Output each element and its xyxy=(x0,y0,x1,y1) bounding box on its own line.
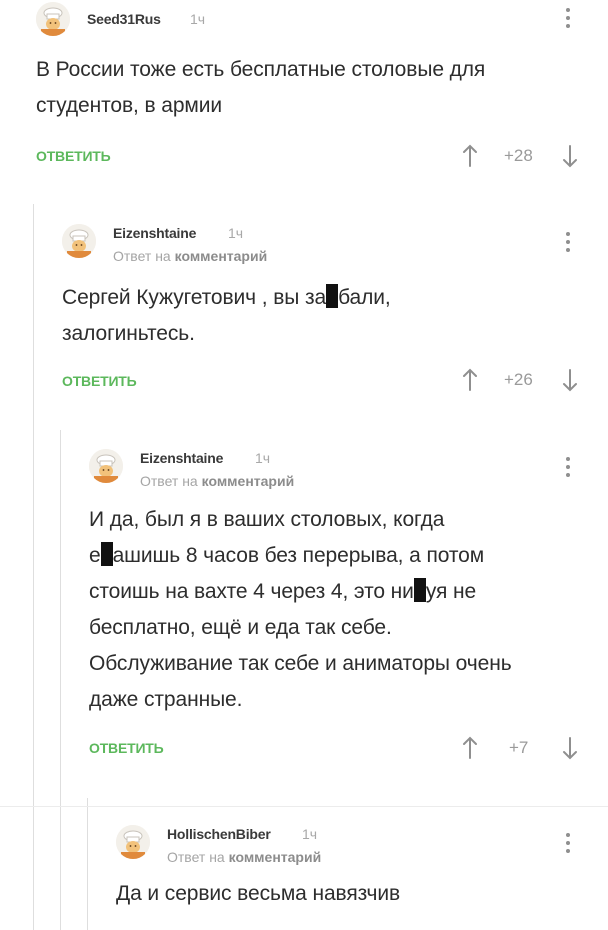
reply-to: Ответ на комментарий xyxy=(167,849,321,865)
comment-eizenshtaine-1: Eizenshtaine 1ч Ответ на комментарий Сер… xyxy=(0,210,608,410)
separator xyxy=(0,806,608,807)
arrow-down-icon[interactable] xyxy=(562,736,578,760)
text-line: Сергей Кужугетович , вы за бали, xyxy=(62,280,582,316)
avatar-cook-icon xyxy=(36,2,70,36)
text-line: Да и сервис весьма навязчив xyxy=(116,882,400,905)
censor-block xyxy=(326,284,339,308)
comment-eizenshtaine-2: Eizenshtaine 1ч Ответ на комментарий И д… xyxy=(0,436,608,776)
reply-to-link[interactable]: комментарий xyxy=(229,849,322,865)
reply-to-prefix: Ответ на xyxy=(113,248,171,264)
reply-to-prefix: Ответ на xyxy=(140,473,198,489)
arrow-up-icon[interactable] xyxy=(462,144,478,168)
rating-count: +28 xyxy=(504,146,533,165)
avatar-cook-icon xyxy=(89,449,123,483)
avatar-cook-icon xyxy=(116,825,150,859)
comment-text: Да и сервис весьма навязчив xyxy=(116,876,586,912)
more-vertical-icon[interactable] xyxy=(565,8,571,32)
reply-to-prefix: Ответ на xyxy=(167,849,225,865)
comment-text: И да, был я в ваших столовых, когда е аши… xyxy=(89,502,589,718)
text-line: е ашишь 8 часов без перерыва, а потом xyxy=(89,538,589,574)
more-vertical-icon[interactable] xyxy=(565,457,571,481)
text-fragment: бали, xyxy=(338,286,391,309)
text-fragment: Сергей Кужугетович , вы за xyxy=(62,286,327,309)
text-line: Обслуживание так себе и аниматоры очень xyxy=(89,652,512,675)
text-line: И да, был я в ваших столовых, когда xyxy=(89,508,445,531)
censor-block xyxy=(100,542,113,566)
comment-time: 1ч xyxy=(255,450,271,466)
comment-seed31rus: Seed31Rus 1ч В России тоже есть бесплатн… xyxy=(0,0,608,190)
comment-text: Сергей Кужугетович , вы за бали, залогинь… xyxy=(62,280,582,352)
avatar[interactable] xyxy=(62,224,96,258)
text-fragment: е xyxy=(89,544,101,567)
comment-time: 1ч xyxy=(228,225,244,241)
comment-time: 1ч xyxy=(190,11,206,27)
comment-author[interactable]: Seed31Rus xyxy=(87,11,161,27)
comment-author[interactable]: Eizenshtaine xyxy=(113,225,196,241)
arrow-up-icon[interactable] xyxy=(462,736,478,760)
text-fragment: стоишь на вахте 4 через 4, это ни xyxy=(89,580,414,603)
comment-author[interactable]: HollischenBiber xyxy=(167,826,271,842)
arrow-up-icon[interactable] xyxy=(462,368,478,392)
more-vertical-icon[interactable] xyxy=(565,833,571,857)
reply-button[interactable]: ОТВЕТИТЬ xyxy=(36,148,111,164)
text-fragment: ашишь 8 часов без перерыва, а потом xyxy=(112,544,485,567)
text-line: залогиньтесь. xyxy=(62,322,195,345)
comment-text: В России тоже есть бесплатные столовые д… xyxy=(36,52,576,124)
comment-time: 1ч xyxy=(302,826,318,842)
more-vertical-icon[interactable] xyxy=(565,232,571,256)
reply-to: Ответ на комментарий xyxy=(140,473,294,489)
reply-button[interactable]: ОТВЕТИТЬ xyxy=(62,373,137,389)
avatar[interactable] xyxy=(89,449,123,483)
reply-to-link[interactable]: комментарий xyxy=(175,248,268,264)
reply-to-link[interactable]: комментарий xyxy=(202,473,295,489)
rating-count: +7 xyxy=(509,738,529,757)
reply-button[interactable]: ОТВЕТИТЬ xyxy=(89,740,164,756)
text-fragment: уя не xyxy=(425,580,477,603)
avatar-cook-icon xyxy=(62,224,96,258)
text-line: В России тоже есть бесплатные столовые д… xyxy=(36,58,486,81)
text-line: студентов, в армии xyxy=(36,94,223,117)
comment-hollischenbiber: HollischenBiber 1ч Ответ на комментарий … xyxy=(0,812,608,930)
censor-block xyxy=(413,578,426,602)
text-line: стоишь на вахте 4 через 4, это ни уя не xyxy=(89,574,589,610)
arrow-down-icon[interactable] xyxy=(562,144,578,168)
avatar[interactable] xyxy=(116,825,150,859)
rating-count: +26 xyxy=(504,370,533,389)
text-line: даже странные. xyxy=(89,688,243,711)
avatar[interactable] xyxy=(36,2,70,36)
text-line: бесплатно, ещё и еда так себе. xyxy=(89,616,392,639)
comment-author[interactable]: Eizenshtaine xyxy=(140,450,223,466)
reply-to: Ответ на комментарий xyxy=(113,248,267,264)
arrow-down-icon[interactable] xyxy=(562,368,578,392)
